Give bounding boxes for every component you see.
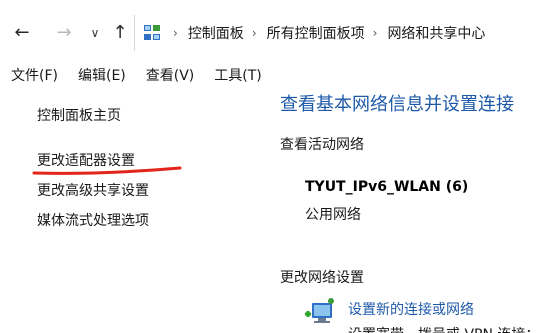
breadcrumb-separator[interactable]: › — [252, 26, 257, 40]
menu-file[interactable]: 文件(F) — [0, 65, 68, 85]
recent-locations-chevron-icon[interactable]: ∨ — [84, 22, 106, 44]
menu-bar: 文件(F) 编辑(E) 查看(V) 工具(T) — [0, 64, 552, 86]
network-category[interactable]: 公用网络 — [305, 204, 361, 224]
network-name: TYUT_IPv6_WLAN (6) — [305, 179, 469, 195]
breadcrumb-item-control-panel[interactable]: 控制面板 — [188, 23, 244, 43]
network-center-icon — [144, 25, 160, 40]
page-title: 查看基本网络信息并设置连接 — [280, 94, 514, 115]
breadcrumb-separator[interactable]: › — [173, 26, 178, 40]
breadcrumb-item-all-items[interactable]: 所有控制面板项 — [267, 23, 365, 43]
setup-new-connection-description: 设置宽带、拨号或 VPN 连接； — [348, 324, 539, 333]
active-networks-heading: 查看活动网络 — [280, 137, 364, 153]
forward-arrow-icon[interactable]: → — [53, 22, 75, 44]
main-content: 查看基本网络信息并设置连接 查看活动网络 TYUT_IPv6_WLAN (6) … — [270, 86, 552, 333]
address-box[interactable]: › 控制面板 › 所有控制面板项 › 网络和共享中心 — [134, 15, 552, 51]
sidebar-item-advanced-sharing[interactable]: 更改高级共享设置 — [37, 180, 149, 200]
breadcrumb-separator[interactable]: › — [373, 26, 378, 40]
breadcrumb: › 控制面板 › 所有控制面板项 › 网络和共享中心 — [165, 15, 485, 51]
new-connection-icon — [305, 298, 334, 323]
sidebar-item-control-panel-home[interactable]: 控制面板主页 — [37, 105, 121, 125]
sidebar-item-media-streaming[interactable]: 媒体流式处理选项 — [37, 210, 149, 230]
red-underline-annotation — [32, 166, 182, 175]
setup-new-connection-link[interactable]: 设置新的连接或网络 — [348, 299, 474, 319]
address-bar-row: ← → ∨ ↑ › 控制面板 › 所有控制面板项 › 网络和共享中心 — [0, 0, 552, 64]
menu-tools[interactable]: 工具(T) — [204, 65, 271, 85]
back-arrow-icon[interactable]: ← — [11, 22, 33, 44]
menu-view[interactable]: 查看(V) — [136, 65, 205, 85]
menu-edit[interactable]: 编辑(E) — [68, 65, 136, 85]
left-task-pane: 控制面板主页 更改适配器设置 更改高级共享设置 媒体流式处理选项 — [0, 86, 270, 333]
breadcrumb-item-network-center[interactable]: 网络和共享中心 — [387, 23, 485, 43]
change-settings-heading: 更改网络设置 — [280, 270, 364, 286]
up-arrow-icon[interactable]: ↑ — [109, 22, 131, 44]
